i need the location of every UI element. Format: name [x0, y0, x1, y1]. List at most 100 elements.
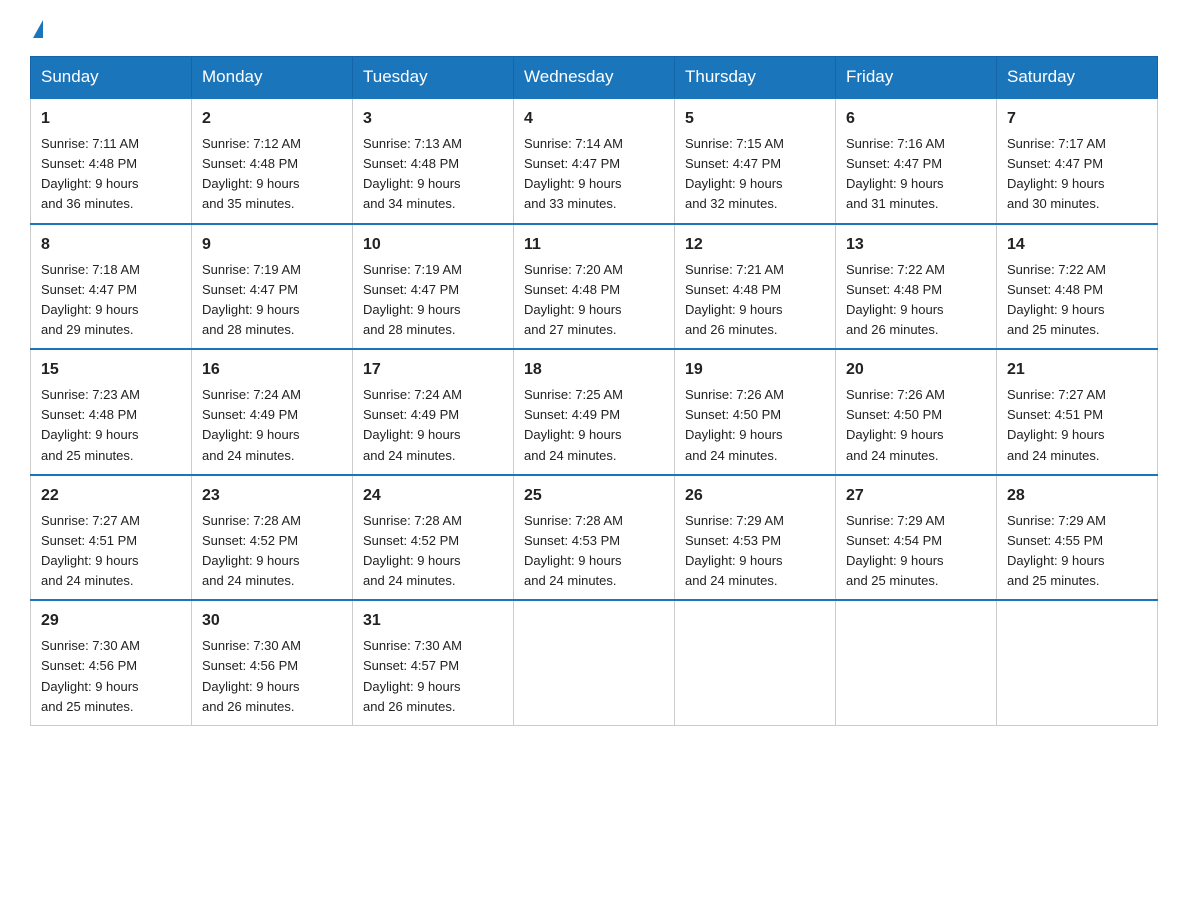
calendar-day-cell: 23 Sunrise: 7:28 AMSunset: 4:52 PMDayligh… — [192, 475, 353, 601]
calendar-header-monday: Monday — [192, 57, 353, 99]
day-number: 14 — [1007, 233, 1147, 257]
day-number: 31 — [363, 609, 503, 633]
calendar-day-cell: 20 Sunrise: 7:26 AMSunset: 4:50 PMDayligh… — [836, 349, 997, 475]
calendar-day-cell: 19 Sunrise: 7:26 AMSunset: 4:50 PMDayligh… — [675, 349, 836, 475]
day-detail: Sunrise: 7:12 AMSunset: 4:48 PMDaylight:… — [202, 134, 342, 215]
calendar-header-saturday: Saturday — [997, 57, 1158, 99]
calendar-day-cell: 31 Sunrise: 7:30 AMSunset: 4:57 PMDayligh… — [353, 600, 514, 725]
calendar-header-sunday: Sunday — [31, 57, 192, 99]
calendar-day-cell: 18 Sunrise: 7:25 AMSunset: 4:49 PMDayligh… — [514, 349, 675, 475]
day-number: 6 — [846, 107, 986, 131]
calendar-day-cell: 15 Sunrise: 7:23 AMSunset: 4:48 PMDayligh… — [31, 349, 192, 475]
calendar-table: SundayMondayTuesdayWednesdayThursdayFrid… — [30, 56, 1158, 726]
day-number: 22 — [41, 484, 181, 508]
day-number: 30 — [202, 609, 342, 633]
day-number: 26 — [685, 484, 825, 508]
logo-triangle-icon — [33, 20, 43, 38]
calendar-day-cell: 10 Sunrise: 7:19 AMSunset: 4:47 PMDayligh… — [353, 224, 514, 350]
day-number: 23 — [202, 484, 342, 508]
day-number: 5 — [685, 107, 825, 131]
day-number: 25 — [524, 484, 664, 508]
calendar-day-cell: 16Sunrise: 7:24 AMSunset: 4:49 PMDayligh… — [192, 349, 353, 475]
calendar-day-cell: 1 Sunrise: 7:11 AMSunset: 4:48 PMDaylight… — [31, 98, 192, 224]
day-number: 20 — [846, 358, 986, 382]
day-detail: Sunrise: 7:28 AMSunset: 4:53 PMDaylight:… — [524, 511, 664, 592]
day-detail: Sunrise: 7:28 AMSunset: 4:52 PMDaylight:… — [363, 511, 503, 592]
day-number: 24 — [363, 484, 503, 508]
day-number: 1 — [41, 107, 181, 131]
day-number: 11 — [524, 233, 664, 257]
calendar-day-cell: 3 Sunrise: 7:13 AMSunset: 4:48 PMDaylight… — [353, 98, 514, 224]
day-number: 16 — [202, 358, 342, 382]
day-number: 9 — [202, 233, 342, 257]
day-number: 8 — [41, 233, 181, 257]
calendar-day-cell: 6 Sunrise: 7:16 AMSunset: 4:47 PMDaylight… — [836, 98, 997, 224]
calendar-day-cell: 2 Sunrise: 7:12 AMSunset: 4:48 PMDaylight… — [192, 98, 353, 224]
day-number: 3 — [363, 107, 503, 131]
calendar-day-cell: 25 Sunrise: 7:28 AMSunset: 4:53 PMDayligh… — [514, 475, 675, 601]
day-detail: Sunrise: 7:14 AMSunset: 4:47 PMDaylight:… — [524, 134, 664, 215]
calendar-day-cell: 26 Sunrise: 7:29 AMSunset: 4:53 PMDayligh… — [675, 475, 836, 601]
day-detail: Sunrise: 7:23 AMSunset: 4:48 PMDaylight:… — [41, 385, 181, 466]
day-detail: Sunrise: 7:30 AMSunset: 4:56 PMDaylight:… — [41, 636, 181, 717]
day-detail: Sunrise: 7:29 AMSunset: 4:54 PMDaylight:… — [846, 511, 986, 592]
calendar-day-cell: 29 Sunrise: 7:30 AMSunset: 4:56 PMDayligh… — [31, 600, 192, 725]
day-detail: Sunrise: 7:26 AMSunset: 4:50 PMDaylight:… — [846, 385, 986, 466]
day-detail: Sunrise: 7:21 AMSunset: 4:48 PMDaylight:… — [685, 260, 825, 341]
day-detail: Sunrise: 7:22 AMSunset: 4:48 PMDaylight:… — [846, 260, 986, 341]
calendar-week-row: 22 Sunrise: 7:27 AMSunset: 4:51 PMDayligh… — [31, 475, 1158, 601]
day-detail: Sunrise: 7:30 AMSunset: 4:56 PMDaylight:… — [202, 636, 342, 717]
day-detail: Sunrise: 7:19 AMSunset: 4:47 PMDaylight:… — [363, 260, 503, 341]
day-detail: Sunrise: 7:30 AMSunset: 4:57 PMDaylight:… — [363, 636, 503, 717]
calendar-day-cell: 28Sunrise: 7:29 AMSunset: 4:55 PMDayligh… — [997, 475, 1158, 601]
day-detail: Sunrise: 7:27 AMSunset: 4:51 PMDaylight:… — [1007, 385, 1147, 466]
calendar-day-cell: 11Sunrise: 7:20 AMSunset: 4:48 PMDayligh… — [514, 224, 675, 350]
day-detail: Sunrise: 7:18 AMSunset: 4:47 PMDaylight:… — [41, 260, 181, 341]
calendar-day-cell: 30 Sunrise: 7:30 AMSunset: 4:56 PMDayligh… — [192, 600, 353, 725]
calendar-day-cell: 17Sunrise: 7:24 AMSunset: 4:49 PMDayligh… — [353, 349, 514, 475]
calendar-week-row: 29 Sunrise: 7:30 AMSunset: 4:56 PMDayligh… — [31, 600, 1158, 725]
calendar-empty-cell — [675, 600, 836, 725]
day-detail: Sunrise: 7:13 AMSunset: 4:48 PMDaylight:… — [363, 134, 503, 215]
day-detail: Sunrise: 7:27 AMSunset: 4:51 PMDaylight:… — [41, 511, 181, 592]
day-number: 12 — [685, 233, 825, 257]
day-detail: Sunrise: 7:16 AMSunset: 4:47 PMDaylight:… — [846, 134, 986, 215]
day-number: 29 — [41, 609, 181, 633]
calendar-day-cell: 27Sunrise: 7:29 AMSunset: 4:54 PMDayligh… — [836, 475, 997, 601]
day-number: 28 — [1007, 484, 1147, 508]
calendar-week-row: 15 Sunrise: 7:23 AMSunset: 4:48 PMDayligh… — [31, 349, 1158, 475]
day-number: 7 — [1007, 107, 1147, 131]
page-header — [30, 20, 1158, 38]
calendar-day-cell: 7 Sunrise: 7:17 AMSunset: 4:47 PMDaylight… — [997, 98, 1158, 224]
calendar-header-friday: Friday — [836, 57, 997, 99]
calendar-empty-cell — [997, 600, 1158, 725]
day-detail: Sunrise: 7:19 AMSunset: 4:47 PMDaylight:… — [202, 260, 342, 341]
calendar-day-cell: 9 Sunrise: 7:19 AMSunset: 4:47 PMDaylight… — [192, 224, 353, 350]
calendar-day-cell: 13 Sunrise: 7:22 AMSunset: 4:48 PMDayligh… — [836, 224, 997, 350]
day-detail: Sunrise: 7:29 AMSunset: 4:53 PMDaylight:… — [685, 511, 825, 592]
calendar-day-cell: 14 Sunrise: 7:22 AMSunset: 4:48 PMDayligh… — [997, 224, 1158, 350]
calendar-day-cell: 8 Sunrise: 7:18 AMSunset: 4:47 PMDaylight… — [31, 224, 192, 350]
calendar-day-cell: 5 Sunrise: 7:15 AMSunset: 4:47 PMDaylight… — [675, 98, 836, 224]
calendar-day-cell: 12 Sunrise: 7:21 AMSunset: 4:48 PMDayligh… — [675, 224, 836, 350]
day-number: 10 — [363, 233, 503, 257]
calendar-day-cell: 21Sunrise: 7:27 AMSunset: 4:51 PMDayligh… — [997, 349, 1158, 475]
day-number: 13 — [846, 233, 986, 257]
calendar-empty-cell — [836, 600, 997, 725]
day-detail: Sunrise: 7:11 AMSunset: 4:48 PMDaylight:… — [41, 134, 181, 215]
day-number: 19 — [685, 358, 825, 382]
calendar-day-cell: 22 Sunrise: 7:27 AMSunset: 4:51 PMDayligh… — [31, 475, 192, 601]
day-number: 2 — [202, 107, 342, 131]
day-detail: Sunrise: 7:17 AMSunset: 4:47 PMDaylight:… — [1007, 134, 1147, 215]
day-number: 15 — [41, 358, 181, 382]
day-number: 4 — [524, 107, 664, 131]
day-detail: Sunrise: 7:26 AMSunset: 4:50 PMDaylight:… — [685, 385, 825, 466]
day-detail: Sunrise: 7:22 AMSunset: 4:48 PMDaylight:… — [1007, 260, 1147, 341]
calendar-week-row: 1 Sunrise: 7:11 AMSunset: 4:48 PMDaylight… — [31, 98, 1158, 224]
calendar-empty-cell — [514, 600, 675, 725]
day-detail: Sunrise: 7:25 AMSunset: 4:49 PMDaylight:… — [524, 385, 664, 466]
calendar-day-cell: 24 Sunrise: 7:28 AMSunset: 4:52 PMDayligh… — [353, 475, 514, 601]
day-detail: Sunrise: 7:28 AMSunset: 4:52 PMDaylight:… — [202, 511, 342, 592]
day-number: 18 — [524, 358, 664, 382]
day-detail: Sunrise: 7:15 AMSunset: 4:47 PMDaylight:… — [685, 134, 825, 215]
